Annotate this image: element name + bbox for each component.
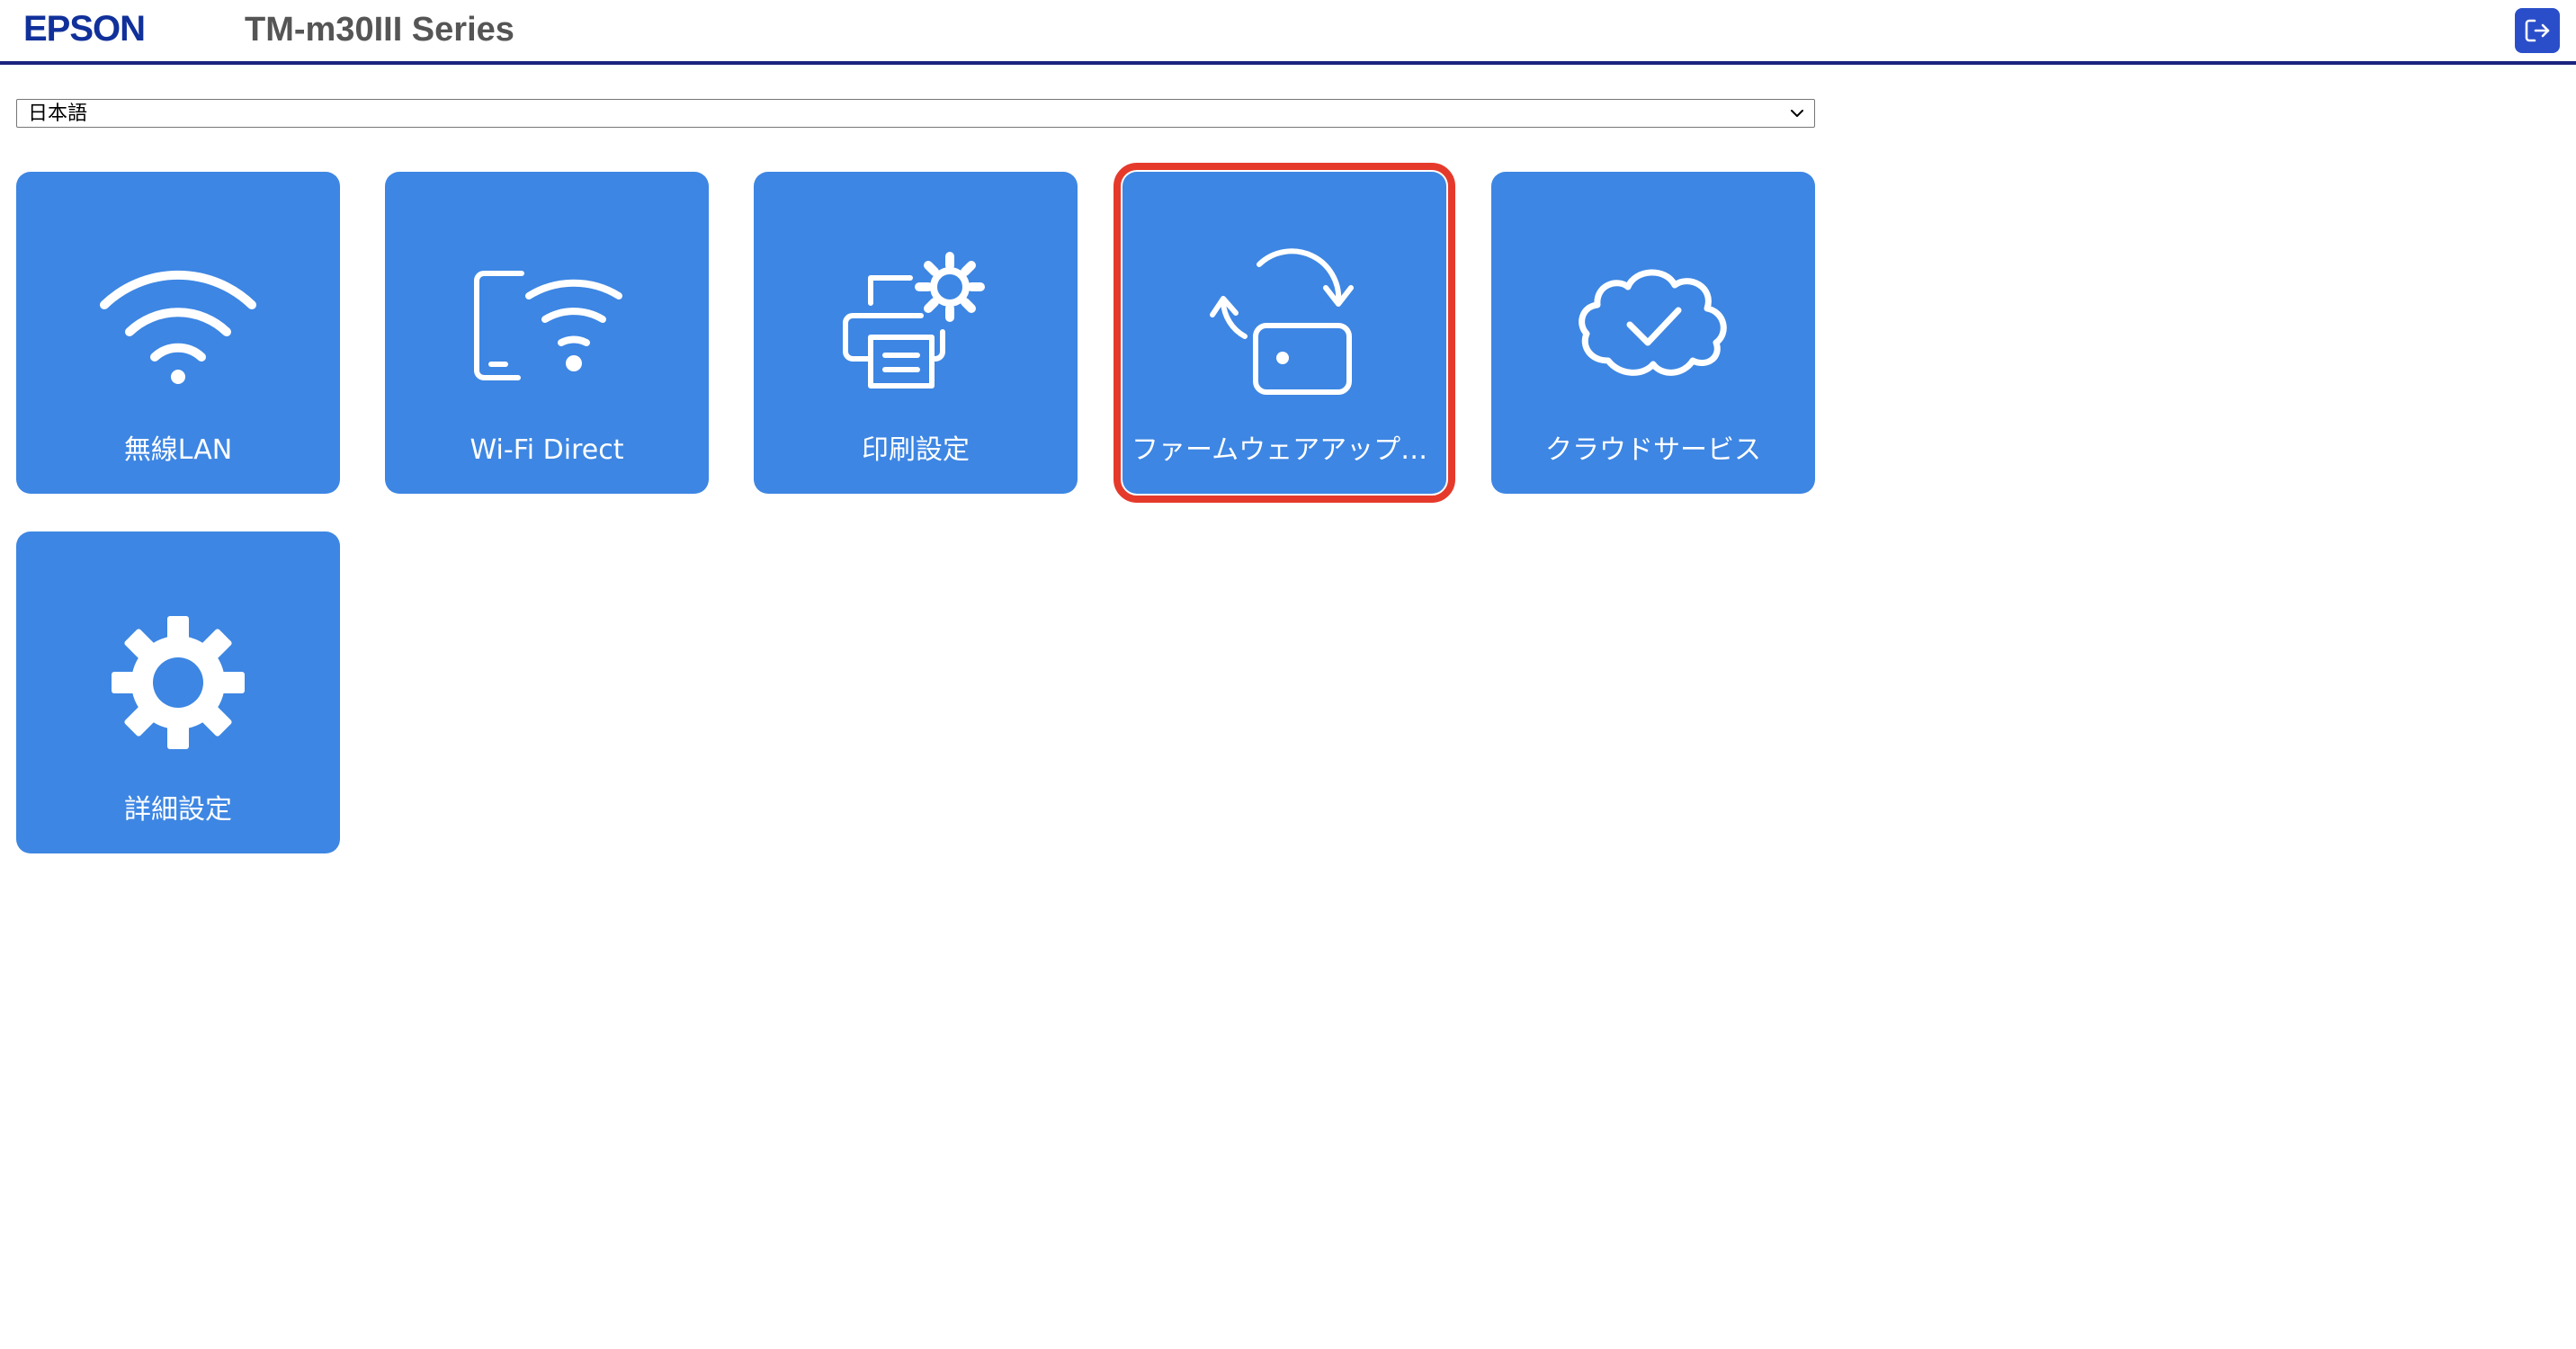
- tile-label: 詳細設定: [124, 794, 232, 826]
- tile-label: 印刷設定: [862, 434, 970, 466]
- tile-label: Wi-Fi Direct: [470, 434, 624, 466]
- tile-print-settings[interactable]: 印刷設定: [754, 172, 1078, 494]
- tile-label: 無線LAN: [123, 434, 233, 466]
- epson-logo: EPSON: [23, 9, 146, 49]
- gear-icon: [112, 616, 245, 749]
- tile-firmware-update[interactable]: ファームウェアアップデート: [1114, 163, 1455, 503]
- product-title: TM-m30III Series: [245, 11, 514, 49]
- tile-label: ファームウェアアップデート: [1131, 434, 1437, 466]
- tile-cloud-service[interactable]: クラウドサービス: [1491, 172, 1815, 494]
- logout-icon: [2525, 19, 2550, 42]
- wifi-direct-icon: [474, 271, 622, 380]
- tile-wifi-direct[interactable]: Wi-Fi Direct: [385, 172, 709, 494]
- printer-settings-icon: [843, 252, 985, 389]
- header: EPSON TM-m30III Series: [0, 0, 2576, 65]
- firmware-update-icon: [1210, 248, 1354, 395]
- tile-wireless-lan[interactable]: 無線LAN: [16, 172, 340, 494]
- tile-label: クラウドサービス: [1545, 434, 1761, 466]
- tile-advanced-settings[interactable]: 詳細設定: [16, 532, 340, 853]
- language-select[interactable]: 日本語: [16, 99, 1815, 128]
- logout-button[interactable]: [2515, 8, 2560, 53]
- language-select-wrapper: 日本語: [16, 99, 1815, 128]
- cloud-check-icon: [1579, 269, 1727, 376]
- wifi-icon: [100, 270, 256, 384]
